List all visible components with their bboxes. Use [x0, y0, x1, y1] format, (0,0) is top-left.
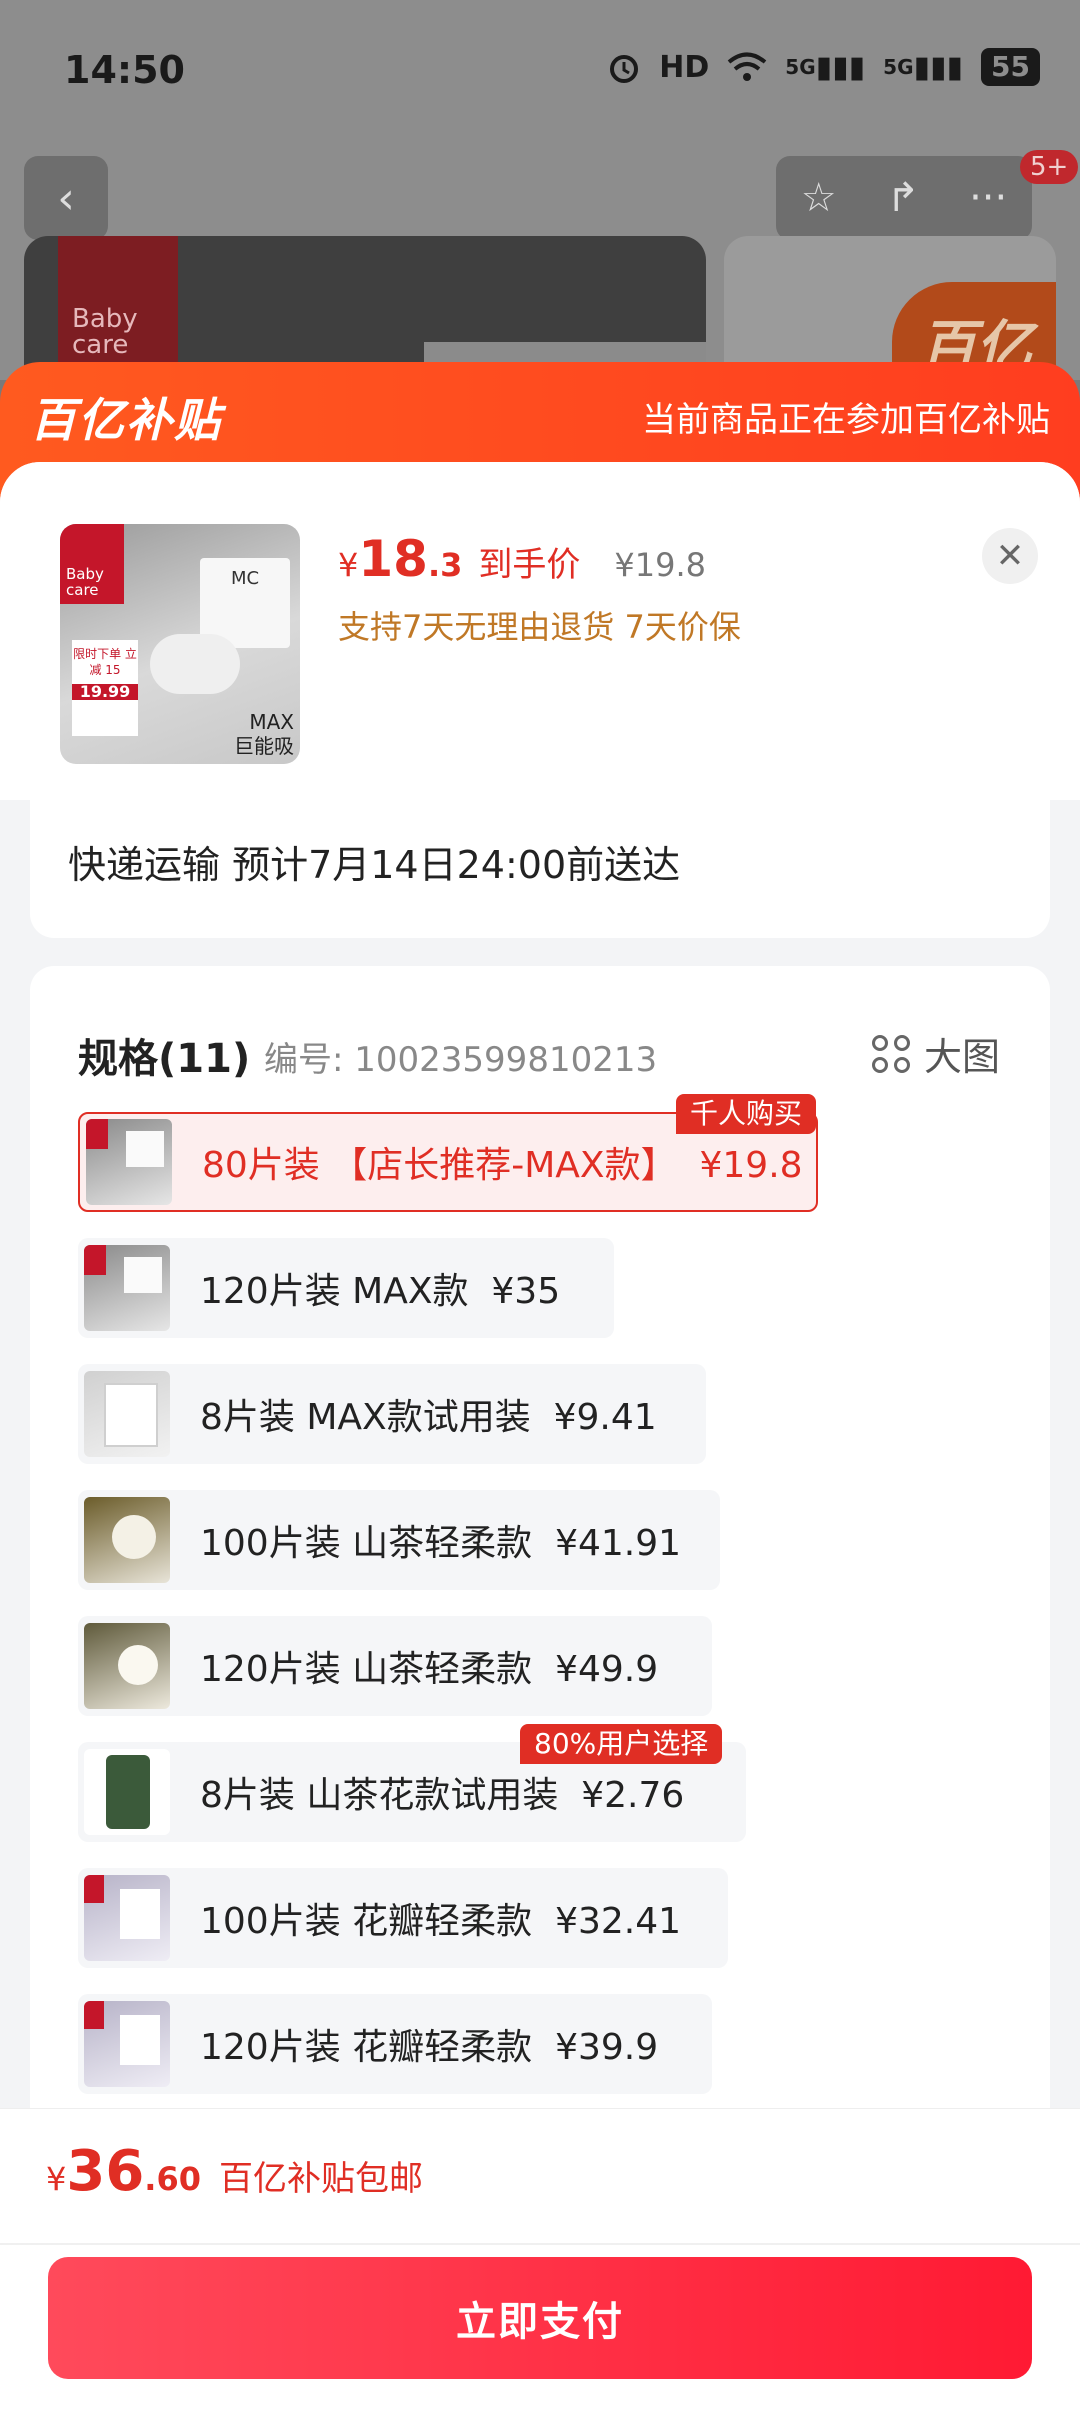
option-image: [84, 1245, 170, 1331]
shipping-estimate: 快递运输 预计7月14日24:00前送达: [68, 843, 681, 887]
subsidy-logo: 百亿补贴: [30, 393, 222, 447]
thumbnail-max-line1: MAX: [249, 710, 294, 734]
thumbnail-pad: [150, 634, 240, 694]
wifi-icon: [727, 48, 767, 86]
original-price: ¥19.8: [614, 546, 706, 584]
chevron-left-icon: ‹: [57, 172, 75, 224]
final-price-label: 到手价: [478, 545, 581, 585]
total-label: 百亿补贴包邮: [218, 2159, 423, 2199]
option-label: 8片装 MAX款试用装 ¥9.41: [200, 1397, 657, 1438]
option-label: 120片装 花瓣轻柔款 ¥39.9: [200, 2027, 659, 2068]
thumbnail-promo-price: 19.99: [72, 684, 138, 700]
option-image: [84, 1623, 170, 1709]
grid-icon: [871, 1034, 910, 1073]
option-badge: 80%用户选择: [520, 1724, 723, 1764]
alarm-icon: [607, 48, 641, 86]
subsidy-banner-text: 当前商品正在参加百亿补贴: [642, 400, 1050, 440]
product-header: Baby care MC 限时下单 立减 15 19.99 MAX 巨能吸 ¥ …: [0, 462, 1080, 800]
thumbnail-promo: 限时下单 立减 15 19.99: [72, 640, 138, 736]
product-thumbnail[interactable]: Baby care MC 限时下单 立减 15 19.99 MAX 巨能吸: [60, 524, 300, 764]
option-image: [84, 1497, 170, 1583]
option-label: 100片装 花瓣轻柔款 ¥32.41: [200, 1901, 682, 1942]
option-image: [86, 1119, 172, 1205]
back-button[interactable]: ‹: [24, 156, 108, 240]
close-button[interactable]: ✕: [982, 528, 1038, 584]
spec-option[interactable]: 120片装 山茶轻柔款 ¥49.9: [78, 1616, 712, 1716]
nav-actions: ☆ ↱ ···: [776, 156, 1032, 240]
option-label: 100片装 山茶轻柔款 ¥41.91: [200, 1523, 682, 1564]
option-image: [84, 1749, 170, 1835]
total-price: ¥ 36 .60 百亿补贴包邮: [46, 2139, 423, 2204]
option-label: 8片装 山茶花款试用装 ¥2.76: [200, 1775, 685, 1816]
status-bar: 14:50 HD 5G ▮▮▮ 5G ▮▮▮ 55: [0, 0, 1080, 140]
spec-option[interactable]: 100片装 山茶轻柔款 ¥41.91: [78, 1490, 720, 1590]
total-symbol: ¥: [46, 2160, 67, 2198]
option-label: 120片装 MAX款 ¥35: [200, 1271, 561, 1312]
spec-option[interactable]: 100片装 花瓣轻柔款 ¥32.41: [78, 1868, 728, 1968]
notification-badge: 5+: [1020, 150, 1079, 184]
divider: [0, 2243, 1080, 2245]
option-label: 80片装 【店长推荐-MAX款】 ¥19.8: [202, 1145, 803, 1186]
option-image: [84, 1875, 170, 1961]
price-decimal: .3: [427, 546, 463, 584]
share-icon[interactable]: ↱: [886, 175, 920, 221]
spec-code: 编号: 10023599810213: [264, 1040, 658, 1080]
price-row: ¥ 18 .3 到手价 ¥19.8: [338, 530, 706, 588]
close-icon: ✕: [995, 536, 1025, 576]
battery-icon: 55: [981, 48, 1040, 86]
thumbnail-max-label: MAX 巨能吸: [234, 710, 294, 758]
spec-option[interactable]: 8片装 MAX款试用装 ¥9.41: [78, 1364, 706, 1464]
spec-option[interactable]: 120片装 MAX款 ¥35: [78, 1238, 614, 1338]
spec-title: 规格(11): [78, 1036, 251, 1082]
signal-sim2-icon: 5G ▮▮▮: [883, 49, 964, 85]
spec-option[interactable]: 120片装 花瓣轻柔款 ¥39.9: [78, 1994, 712, 2094]
total-integer: 36: [66, 2139, 145, 2204]
total-decimal: .60: [144, 2160, 201, 2198]
sim1-label: 5G: [785, 55, 816, 79]
status-time: 14:50: [64, 48, 185, 92]
more-icon[interactable]: ···: [969, 175, 1007, 221]
signal-sim1-icon: 5G ▮▮▮: [785, 49, 866, 85]
thumbnail-promo-text: 限时下单 立减 15: [73, 647, 137, 677]
big-image-toggle[interactable]: 大图: [871, 1026, 1000, 1081]
big-image-label: 大图: [923, 1035, 1000, 1079]
star-icon[interactable]: ☆: [801, 175, 837, 221]
pay-now-button[interactable]: 立即支付: [48, 2257, 1032, 2379]
option-label: 120片装 山茶轻柔款 ¥49.9: [200, 1649, 659, 1690]
thumbnail-brand-logo: Baby care: [60, 524, 124, 604]
status-icons: HD 5G ▮▮▮ 5G ▮▮▮ 55: [607, 48, 1040, 86]
checkout-bar: ¥ 36 .60 百亿补贴包邮 立即支付: [0, 2108, 1080, 2412]
option-image: [84, 2001, 170, 2087]
guarantee-text: 支持7天无理由退货 7天价保: [338, 608, 741, 646]
sim2-label: 5G: [883, 55, 914, 79]
shipping-card: 快递运输 预计7月14日24:00前送达: [30, 800, 1050, 938]
price-symbol: ¥: [338, 546, 359, 584]
option-image: [84, 1371, 170, 1457]
hd-icon: HD: [659, 49, 710, 85]
price-integer: 18: [358, 530, 428, 588]
option-badge: 千人购买: [676, 1094, 817, 1134]
thumbnail-max-line2: 巨能吸: [234, 734, 294, 758]
